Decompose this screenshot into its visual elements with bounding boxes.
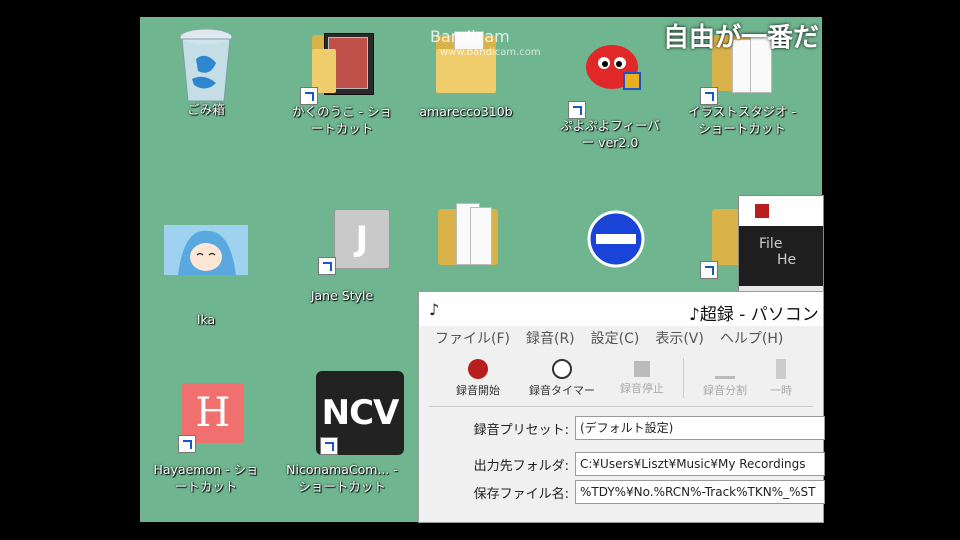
terminal-titlebar	[739, 196, 823, 226]
shortcut-arrow-icon	[178, 435, 196, 453]
hayaemon-icon: H	[170, 383, 244, 455]
puyo-icon	[568, 39, 646, 119]
recorder-menubar: ファイル(F) 録音(R) 設定(C) 表示(V) ヘルプ(H)	[419, 326, 823, 350]
terminal-menu-file[interactable]: File	[759, 236, 782, 252]
folder-icon	[432, 199, 504, 271]
desktop-icon-recycle-bin[interactable]: ごみ箱	[150, 23, 262, 118]
record-timer-label: 録音タイマー	[529, 383, 595, 397]
record-timer-button[interactable]: 録音タイマー	[523, 358, 601, 398]
shortcut-arrow-icon	[700, 87, 718, 105]
desktop-icon-puyo[interactable]: ぷよぷよフィーバー ver2.0	[554, 39, 666, 151]
record-split-button[interactable]: 録音分割	[690, 359, 760, 398]
desktop-icon-no-entry[interactable]	[554, 209, 666, 281]
preset-label: 録音プリセット:	[473, 422, 569, 438]
hayaemon-label: Hayaemon - ショートカット	[153, 462, 259, 494]
filename-row: 保存ファイル名: %TDY%¥No.%RCN%-Track%TKN%_%ST	[429, 480, 825, 504]
menu-help[interactable]: ヘルプ(H)	[720, 328, 783, 348]
recorder-window[interactable]: ♪ ♪超録 - パソコン ファイル(F) 録音(R) 設定(C) 表示(V) ヘ…	[418, 291, 825, 523]
record-stop-button[interactable]: 録音停止	[607, 360, 677, 396]
record-pause-label: 一時	[770, 383, 792, 397]
puyo-label: ぷよぷよフィーバー ver2.0	[560, 118, 660, 150]
desktop-icon-ika[interactable]: Ika	[150, 225, 262, 328]
bandicam-watermark-url: www.bandicam.com	[440, 47, 541, 58]
menu-view[interactable]: 表示(V)	[655, 328, 704, 348]
menu-settings[interactable]: 設定(C)	[591, 328, 640, 348]
desktop-icon-folder[interactable]	[412, 199, 524, 271]
jane-glyph: J	[334, 209, 390, 269]
folder-row: 出力先フォルダ: C:¥Users¥Liszt¥Music¥My Recordi…	[429, 452, 825, 476]
video-caption: 自由が一番だ	[663, 23, 820, 53]
menu-record[interactable]: 録音(R)	[526, 328, 575, 348]
jane-style-icon: J	[306, 209, 390, 281]
record-split-label: 録音分割	[703, 383, 747, 397]
terminal-body: File He	[739, 226, 823, 286]
shortcut-arrow-icon	[320, 437, 338, 455]
ncv-icon: NCV	[306, 371, 404, 455]
record-pause-button[interactable]: 一時	[766, 358, 796, 398]
shortcut-arrow-icon	[318, 257, 336, 275]
desktop-icon-jane-style[interactable]: J Jane Style	[286, 209, 398, 304]
recorder-titlebar: ♪ ♪超録 - パソコン	[419, 292, 823, 326]
folder-image-icon	[300, 25, 378, 105]
ika-label: Ika	[196, 312, 216, 327]
app-icon	[755, 204, 769, 218]
kakunouko-label: かくのうこ - ショートカット	[292, 104, 392, 136]
amarecco-label: amarecco310b	[419, 104, 513, 119]
terminal-window[interactable]: File He	[738, 195, 824, 297]
toolbar-divider	[683, 358, 684, 398]
recorder-toolbar: 録音開始 録音タイマー 録音停止 録音分割 一時	[429, 350, 813, 407]
timer-icon	[552, 358, 572, 379]
jane-style-label: Jane Style	[310, 288, 374, 303]
shortcut-arrow-icon	[568, 101, 586, 119]
menu-file[interactable]: ファイル(F)	[435, 328, 510, 348]
filename-label: 保存ファイル名:	[473, 486, 569, 502]
desktop-icon-hayaemon[interactable]: H Hayaemon - ショートカット	[150, 383, 262, 495]
pause-icon	[776, 358, 786, 379]
output-folder-field[interactable]: C:¥Users¥Liszt¥Music¥My Recordings	[575, 452, 825, 476]
desktop-icon-ncv[interactable]: NCV NiconamaCom... - ショートカット	[286, 371, 404, 495]
shortcut-arrow-icon	[700, 261, 718, 279]
record-start-label: 録音開始	[456, 383, 500, 397]
illust-studio-label: イラストスタジオ - ショートカット	[687, 104, 797, 136]
shortcut-arrow-icon	[300, 87, 318, 105]
recycle-bin-label: ごみ箱	[187, 102, 225, 117]
ncv-label: NiconamaCom... - ショートカット	[286, 462, 398, 494]
record-start-button[interactable]: 録音開始	[439, 358, 517, 398]
split-icon	[715, 359, 735, 379]
ika-image-icon	[164, 225, 248, 297]
bandicam-watermark: Bandicam	[430, 27, 510, 46]
no-entry-icon	[574, 209, 646, 281]
recorder-app-icon: ♪	[429, 300, 440, 319]
terminal-menu-help[interactable]: He	[777, 252, 796, 268]
recycle-bin-icon	[170, 23, 242, 102]
preset-select[interactable]: (デフォルト設定)	[575, 416, 825, 440]
filename-field[interactable]: %TDY%¥No.%RCN%-Track%TKN%_%ST	[575, 480, 825, 504]
recorder-title: ♪超録 - パソコン	[689, 305, 819, 325]
hayaemon-glyph: H	[182, 383, 244, 443]
output-folder-label: 出力先フォルダ:	[473, 458, 569, 474]
preset-row: 録音プリセット: (デフォルト設定)	[429, 416, 825, 440]
record-stop-label: 録音停止	[620, 381, 664, 395]
record-icon	[468, 358, 488, 379]
desktop-icon-kakunouko[interactable]: かくのうこ - ショートカット	[286, 25, 398, 137]
stop-icon	[634, 360, 650, 377]
